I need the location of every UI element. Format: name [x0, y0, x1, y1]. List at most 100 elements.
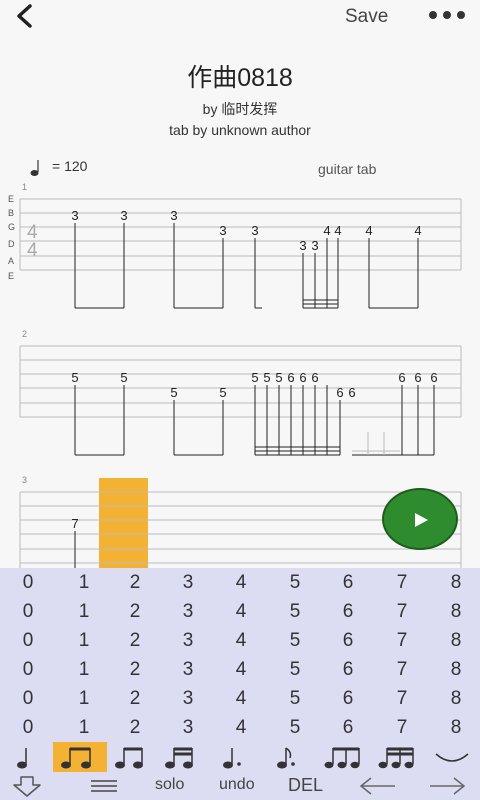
beamed-eighth-notes-icon: [115, 747, 143, 769]
fret-key[interactable]: 5: [275, 713, 315, 742]
fret-key[interactable]: 3: [168, 655, 208, 684]
fret-key[interactable]: 5: [275, 684, 315, 713]
fret-key[interactable]: 1: [64, 597, 104, 626]
fret-key[interactable]: 0: [8, 713, 48, 742]
fret-key[interactable]: 5: [275, 626, 315, 655]
beamed-sixteenth-notes-icon: [165, 747, 193, 769]
svg-text:E: E: [8, 271, 14, 281]
time-signature: 4 4: [27, 222, 38, 261]
fret-key[interactable]: 0: [8, 684, 48, 713]
fret-key[interactable]: 6: [328, 597, 368, 626]
keypad-row: 012345678: [0, 655, 480, 684]
note[interactable]: 7: [71, 516, 78, 531]
note: 5: [251, 370, 258, 385]
measure-2-stems: [74, 385, 435, 456]
fret-key[interactable]: 5: [275, 655, 315, 684]
undo-button[interactable]: undo: [219, 776, 255, 794]
fret-key[interactable]: 3: [168, 568, 208, 597]
fret-key[interactable]: 4: [221, 597, 261, 626]
fret-key[interactable]: 3: [168, 626, 208, 655]
svg-text:D: D: [8, 239, 15, 249]
triplet-icon: [324, 747, 360, 769]
note: 5: [120, 370, 127, 385]
fret-key[interactable]: 3: [168, 713, 208, 742]
note: 6: [430, 370, 437, 385]
sixteenth-triplet-button[interactable]: [376, 742, 422, 772]
arrow-right-icon[interactable]: [428, 775, 468, 797]
fret-key[interactable]: 2: [115, 626, 155, 655]
note: 4: [365, 223, 372, 238]
fret-key[interactable]: 4: [221, 568, 261, 597]
fret-key[interactable]: 2: [115, 684, 155, 713]
fret-key[interactable]: 0: [8, 626, 48, 655]
fret-key[interactable]: 1: [64, 568, 104, 597]
fret-key[interactable]: 5: [275, 568, 315, 597]
fret-key[interactable]: 0: [8, 655, 48, 684]
measure-number: 1: [22, 182, 27, 192]
tab-score[interactable]: 1 E B G D A E 4 4 3 3 3 3 3 3 3 4 4 4 4: [0, 0, 480, 568]
fret-key[interactable]: 6: [328, 684, 368, 713]
fret-key[interactable]: 1: [64, 655, 104, 684]
string-labels: E B G D A E: [8, 194, 15, 281]
fret-key[interactable]: 2: [115, 713, 155, 742]
fret-key[interactable]: 8: [436, 684, 476, 713]
fret-key[interactable]: 4: [221, 713, 261, 742]
arrow-left-icon[interactable]: [357, 775, 397, 797]
sixteenth-notes-button[interactable]: [162, 742, 202, 772]
fret-key[interactable]: 8: [436, 568, 476, 597]
play-button[interactable]: [382, 488, 458, 550]
fret-key[interactable]: 5: [275, 597, 315, 626]
menu-icon[interactable]: [90, 778, 118, 794]
tie-button[interactable]: [432, 742, 472, 772]
fret-key[interactable]: 0: [8, 568, 48, 597]
eighth-notes-alt-button[interactable]: [112, 742, 152, 772]
fret-key[interactable]: 8: [436, 597, 476, 626]
fret-key[interactable]: 1: [64, 684, 104, 713]
fret-key[interactable]: 6: [328, 655, 368, 684]
measure-number: 3: [22, 475, 27, 485]
fret-key[interactable]: 6: [328, 713, 368, 742]
fret-key[interactable]: 7: [382, 655, 422, 684]
fret-key[interactable]: 8: [436, 655, 476, 684]
fret-key[interactable]: 4: [221, 626, 261, 655]
fret-key[interactable]: 2: [115, 597, 155, 626]
fret-key[interactable]: 7: [382, 713, 422, 742]
note: 6: [299, 370, 306, 385]
quarter-note-button[interactable]: [6, 742, 38, 772]
fret-key[interactable]: 8: [436, 626, 476, 655]
fret-key[interactable]: 1: [64, 713, 104, 742]
measure-2-rest-stems: [352, 432, 400, 455]
fret-key[interactable]: 7: [382, 597, 422, 626]
note: 4: [323, 223, 330, 238]
triplet-button[interactable]: [322, 742, 368, 772]
eighth-notes-button[interactable]: [53, 742, 107, 772]
fret-key[interactable]: 3: [168, 684, 208, 713]
solo-button[interactable]: solo: [155, 776, 184, 794]
arrow-down-icon[interactable]: [10, 774, 44, 798]
fret-key[interactable]: 7: [382, 568, 422, 597]
fret-key[interactable]: 4: [221, 655, 261, 684]
fret-key[interactable]: 0: [8, 597, 48, 626]
note: 5: [219, 385, 226, 400]
beamed-eighth-notes-icon: [61, 747, 91, 769]
fret-key[interactable]: 4: [221, 684, 261, 713]
fret-key[interactable]: 6: [328, 626, 368, 655]
note: 3: [170, 208, 177, 223]
svg-text:B: B: [8, 208, 14, 218]
fret-key[interactable]: 1: [64, 626, 104, 655]
fret-key[interactable]: 7: [382, 684, 422, 713]
fret-key[interactable]: 2: [115, 568, 155, 597]
note: 4: [414, 223, 421, 238]
fret-key[interactable]: 3: [168, 597, 208, 626]
delete-button[interactable]: DEL: [288, 775, 323, 796]
note: 5: [170, 385, 177, 400]
fret-key[interactable]: 7: [382, 626, 422, 655]
fret-key[interactable]: 6: [328, 568, 368, 597]
dotted-quarter-note-icon: [223, 748, 241, 769]
fret-key[interactable]: 8: [436, 713, 476, 742]
keypad-row: 012345678: [0, 713, 480, 742]
dotted-quarter-button[interactable]: [216, 742, 252, 772]
dotted-eighth-button[interactable]: [270, 742, 306, 772]
keypad-row: 012345678: [0, 597, 480, 626]
fret-key[interactable]: 2: [115, 655, 155, 684]
